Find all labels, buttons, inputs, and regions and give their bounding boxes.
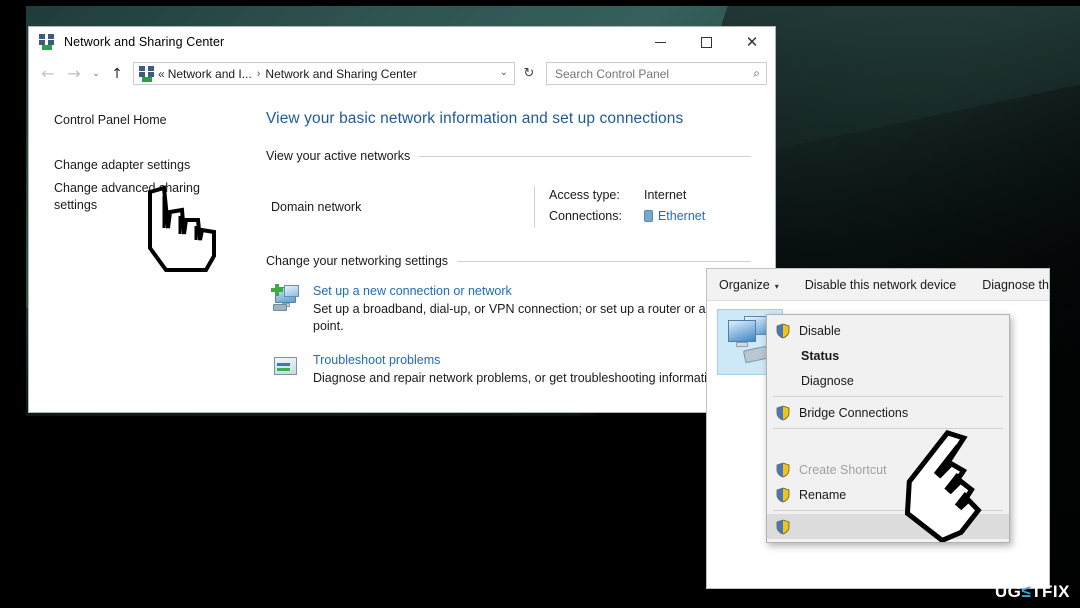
breadcrumb-item-2[interactable]: Network and Sharing Center	[265, 67, 416, 81]
minimize-button[interactable]	[637, 27, 683, 57]
troubleshoot-icon	[271, 353, 301, 383]
context-menu-item-disable[interactable]: Disable	[767, 318, 1009, 343]
context-menu-separator	[773, 396, 1003, 397]
watermark-prefix: UG	[994, 582, 1022, 601]
section-divider-2	[457, 260, 751, 262]
shield-icon	[775, 462, 791, 478]
title-bar: Network and Sharing Center ✕	[29, 27, 775, 57]
breadcrumb-item-1[interactable]: Network and I...	[168, 67, 252, 81]
context-menu-label: Create Shortcut	[799, 462, 887, 477]
adapter-context-menu: Disable Status Diagnose Bridge Connectio…	[766, 314, 1010, 543]
context-menu-item-bridge-connections[interactable]: Bridge Connections	[767, 400, 1009, 425]
task-troubleshoot[interactable]: Troubleshoot problems Diagnose and repai…	[266, 353, 751, 387]
troubleshoot-description: Diagnose and repair network problems, or…	[313, 371, 725, 385]
screen: Network and Sharing Center ✕ ← → ⌄ ↑ « N…	[0, 0, 1080, 608]
context-menu-label: Bridge Connections	[799, 405, 909, 420]
vertical-divider	[534, 186, 535, 228]
watermark-suffix: TFIX	[1031, 582, 1070, 601]
maximize-button[interactable]	[683, 27, 729, 57]
connections-value-cell: Ethernet	[643, 207, 705, 228]
context-menu-separator	[773, 428, 1003, 429]
change-settings-heading: Change your networking settings	[266, 254, 449, 268]
context-menu-label: Diagnose	[801, 373, 854, 388]
context-menu-item-rename[interactable]: Rename	[767, 482, 1009, 507]
back-button[interactable]: ←	[35, 61, 61, 87]
task-text: Troubleshoot problems Diagnose and repai…	[313, 353, 751, 387]
active-networks-section-header: View your active networks	[266, 149, 751, 163]
forward-button[interactable]: →	[61, 61, 87, 87]
window-title: Network and Sharing Center	[64, 35, 225, 49]
context-menu-item-create-shortcut[interactable]	[767, 432, 1009, 457]
chevron-down-icon: ▾	[774, 281, 779, 291]
access-type-label: Access type:	[549, 188, 620, 202]
sidebar: Control Panel Home Change adapter settin…	[29, 90, 254, 411]
troubleshoot-link[interactable]: Troubleshoot problems	[313, 353, 751, 367]
search-icon[interactable]: ⌕	[753, 66, 760, 81]
set-up-connection-description: Set up a broadband, dial-up, or VPN conn…	[313, 302, 738, 333]
context-menu-item-status[interactable]: Status	[767, 343, 1009, 368]
network-name: Domain network	[271, 200, 362, 214]
close-button[interactable]: ✕	[729, 27, 775, 57]
set-up-connection-link[interactable]: Set up a new connection or network	[313, 284, 751, 298]
up-button[interactable]: ↑	[105, 61, 129, 87]
new-connection-icon	[271, 284, 301, 314]
context-menu-item-properties[interactable]	[767, 514, 1009, 539]
watermark-accent: ≤	[1021, 582, 1032, 601]
context-menu-separator	[773, 510, 1003, 511]
connections-toolbar: Organize ▾ Disable this network device Di…	[707, 269, 1049, 301]
breadcrumb-separator-icon: ›	[256, 67, 261, 80]
network-sharing-center-window: Network and Sharing Center ✕ ← → ⌄ ↑ « N…	[28, 26, 776, 413]
organize-menu-button[interactable]: Organize ▾	[719, 278, 779, 292]
diagnose-connection-button[interactable]: Diagnose this connection	[982, 278, 1049, 292]
context-menu-item-diagnose[interactable]: Diagnose	[767, 368, 1009, 393]
address-bar-icon	[139, 66, 154, 82]
shield-icon	[775, 405, 791, 421]
page-title: View your basic network information and …	[266, 110, 684, 127]
shield-icon	[775, 519, 791, 535]
connections-label: Connections:	[549, 209, 622, 223]
letterbox-bottom	[0, 416, 706, 608]
active-networks-heading: View your active networks	[266, 149, 411, 163]
task-text: Set up a new connection or network Set u…	[313, 284, 751, 335]
sidebar-item-control-panel-home[interactable]: Control Panel Home	[54, 112, 254, 129]
active-network-row: Domain network Access type: Internet Con…	[266, 186, 751, 228]
ethernet-link[interactable]: Ethernet	[658, 209, 705, 223]
network-properties: Access type: Internet Connections: Ether…	[549, 186, 705, 228]
sidebar-item-change-adapter-settings[interactable]: Change adapter settings	[54, 157, 254, 174]
window-controls: ✕	[637, 27, 775, 57]
navigation-bar: ← → ⌄ ↑ « Network and I... › Network and…	[29, 57, 775, 90]
refresh-button[interactable]: ↻	[517, 62, 541, 85]
disable-network-device-button[interactable]: Disable this network device	[805, 278, 956, 292]
breadcrumb-overflow-icon[interactable]: «	[158, 67, 165, 81]
shield-icon	[775, 487, 791, 503]
chevron-down-icon[interactable]: ⌄	[500, 67, 508, 78]
window-body: Control Panel Home Change adapter settin…	[29, 90, 775, 411]
letterbox-top	[0, 0, 1080, 6]
access-type-value: Internet	[643, 188, 687, 202]
main-content: View your basic network information and …	[254, 90, 775, 411]
sidebar-item-change-advanced-sharing-settings[interactable]: Change advanced sharing settings	[54, 180, 206, 214]
context-menu-item-delete: Create Shortcut	[767, 457, 1009, 482]
task-set-up-connection[interactable]: Set up a new connection or network Set u…	[266, 284, 751, 335]
search-input[interactable]	[555, 66, 750, 81]
network-sharing-icon	[39, 34, 55, 50]
ethernet-icon	[643, 210, 653, 222]
change-settings-section-header: Change your networking settings	[266, 254, 751, 268]
address-bar[interactable]: « Network and I... › Network and Sharing…	[133, 62, 515, 85]
search-box[interactable]: ⌕	[546, 62, 767, 85]
shield-icon	[775, 323, 791, 339]
watermark: UG≤TFIX	[995, 582, 1070, 602]
section-divider	[419, 155, 751, 157]
context-menu-label: Disable	[799, 323, 841, 338]
history-dropdown-icon[interactable]: ⌄	[87, 61, 105, 87]
context-menu-label: Status	[801, 348, 840, 363]
context-menu-label: Rename	[799, 487, 847, 502]
